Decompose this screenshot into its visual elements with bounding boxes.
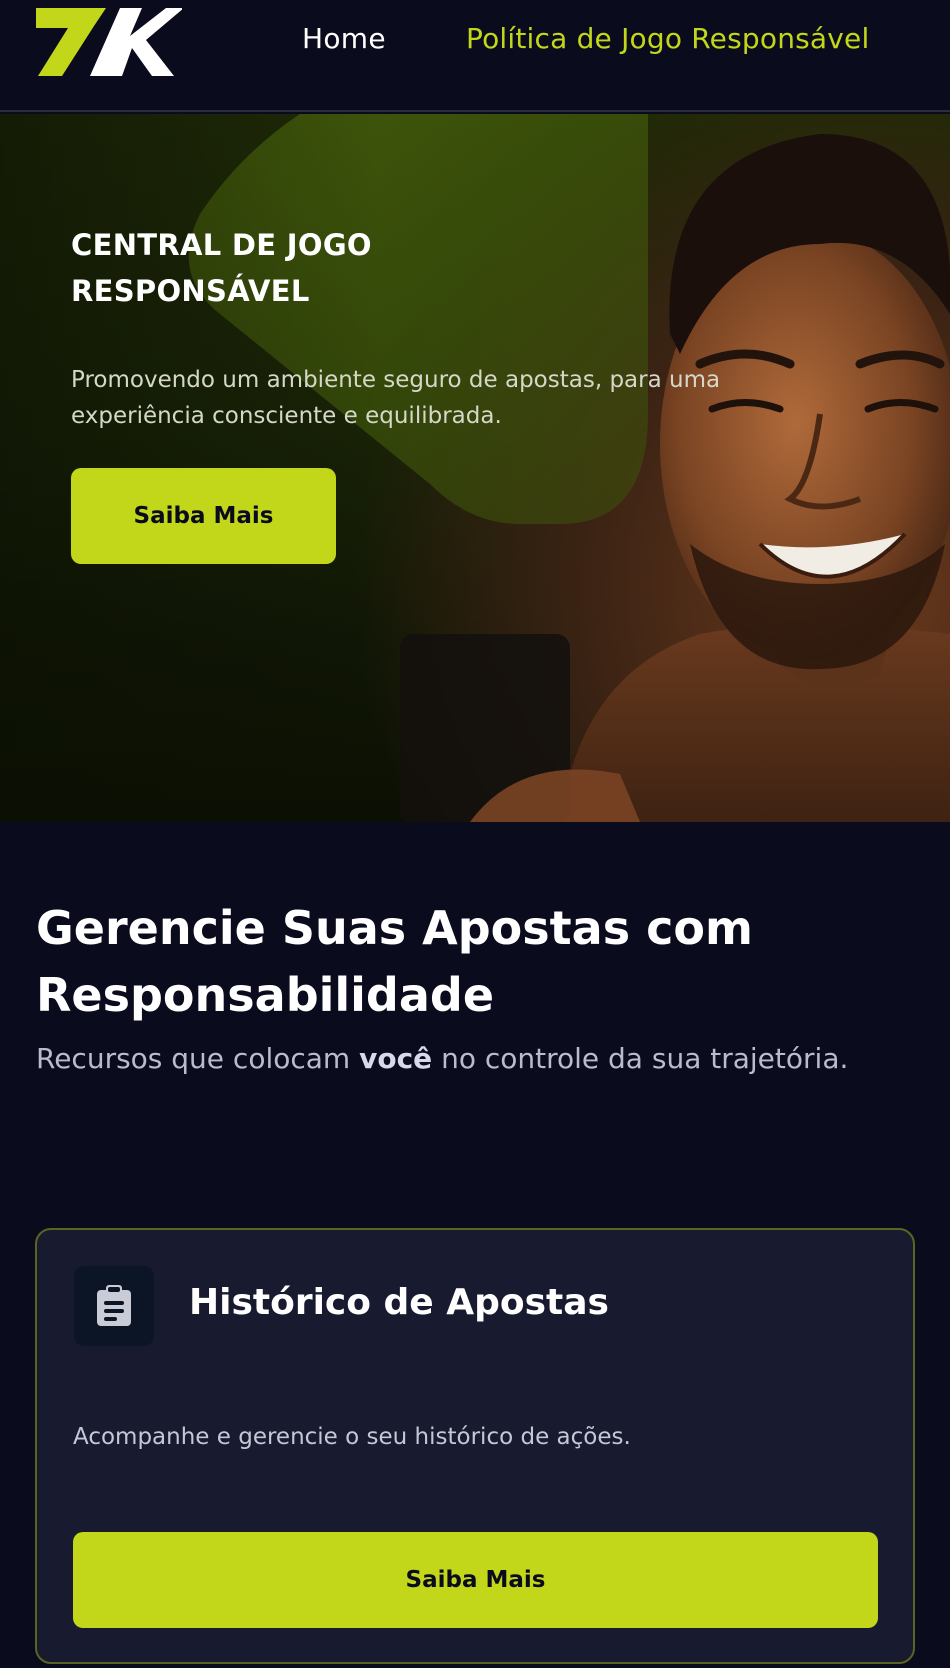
bet-history-card: Histórico de Apostas Acompanhe e gerenci… [35,1228,915,1664]
card-icon-container [74,1266,154,1346]
hero-subtitle: Promovendo um ambiente seguro de apostas… [71,367,721,429]
section-title: Gerencie Suas Apostas com Responsabilida… [36,901,753,1022]
card-description: Acompanhe e gerencie o seu histórico de … [73,1424,631,1450]
hero-banner: CENTRAL DE JOGO RESPONSÁVEL Promovendo u… [0,114,950,822]
clipboard-icon [97,1285,131,1326]
brand-logo[interactable] [34,6,182,78]
section-subtitle: Recursos que colocam você no controle da… [36,1038,856,1080]
section-subtitle-end: no controle da sua trajetória. [432,1042,849,1075]
section-subtitle-emphasis: você [359,1042,433,1075]
card-learn-more-button[interactable]: Saiba Mais [73,1532,878,1628]
hero-title: CENTRAL DE JOGO RESPONSÁVEL [71,228,372,308]
section-subtitle-start: Recursos que colocam [36,1042,360,1075]
site-header: Home Política de Jogo Responsável [0,0,950,112]
nav-policy-link[interactable]: Política de Jogo Responsável [466,22,869,55]
card-title: Histórico de Apostas [189,1282,609,1323]
nav-home-link[interactable]: Home [302,22,386,55]
hero-learn-more-button[interactable]: Saiba Mais [71,468,336,564]
